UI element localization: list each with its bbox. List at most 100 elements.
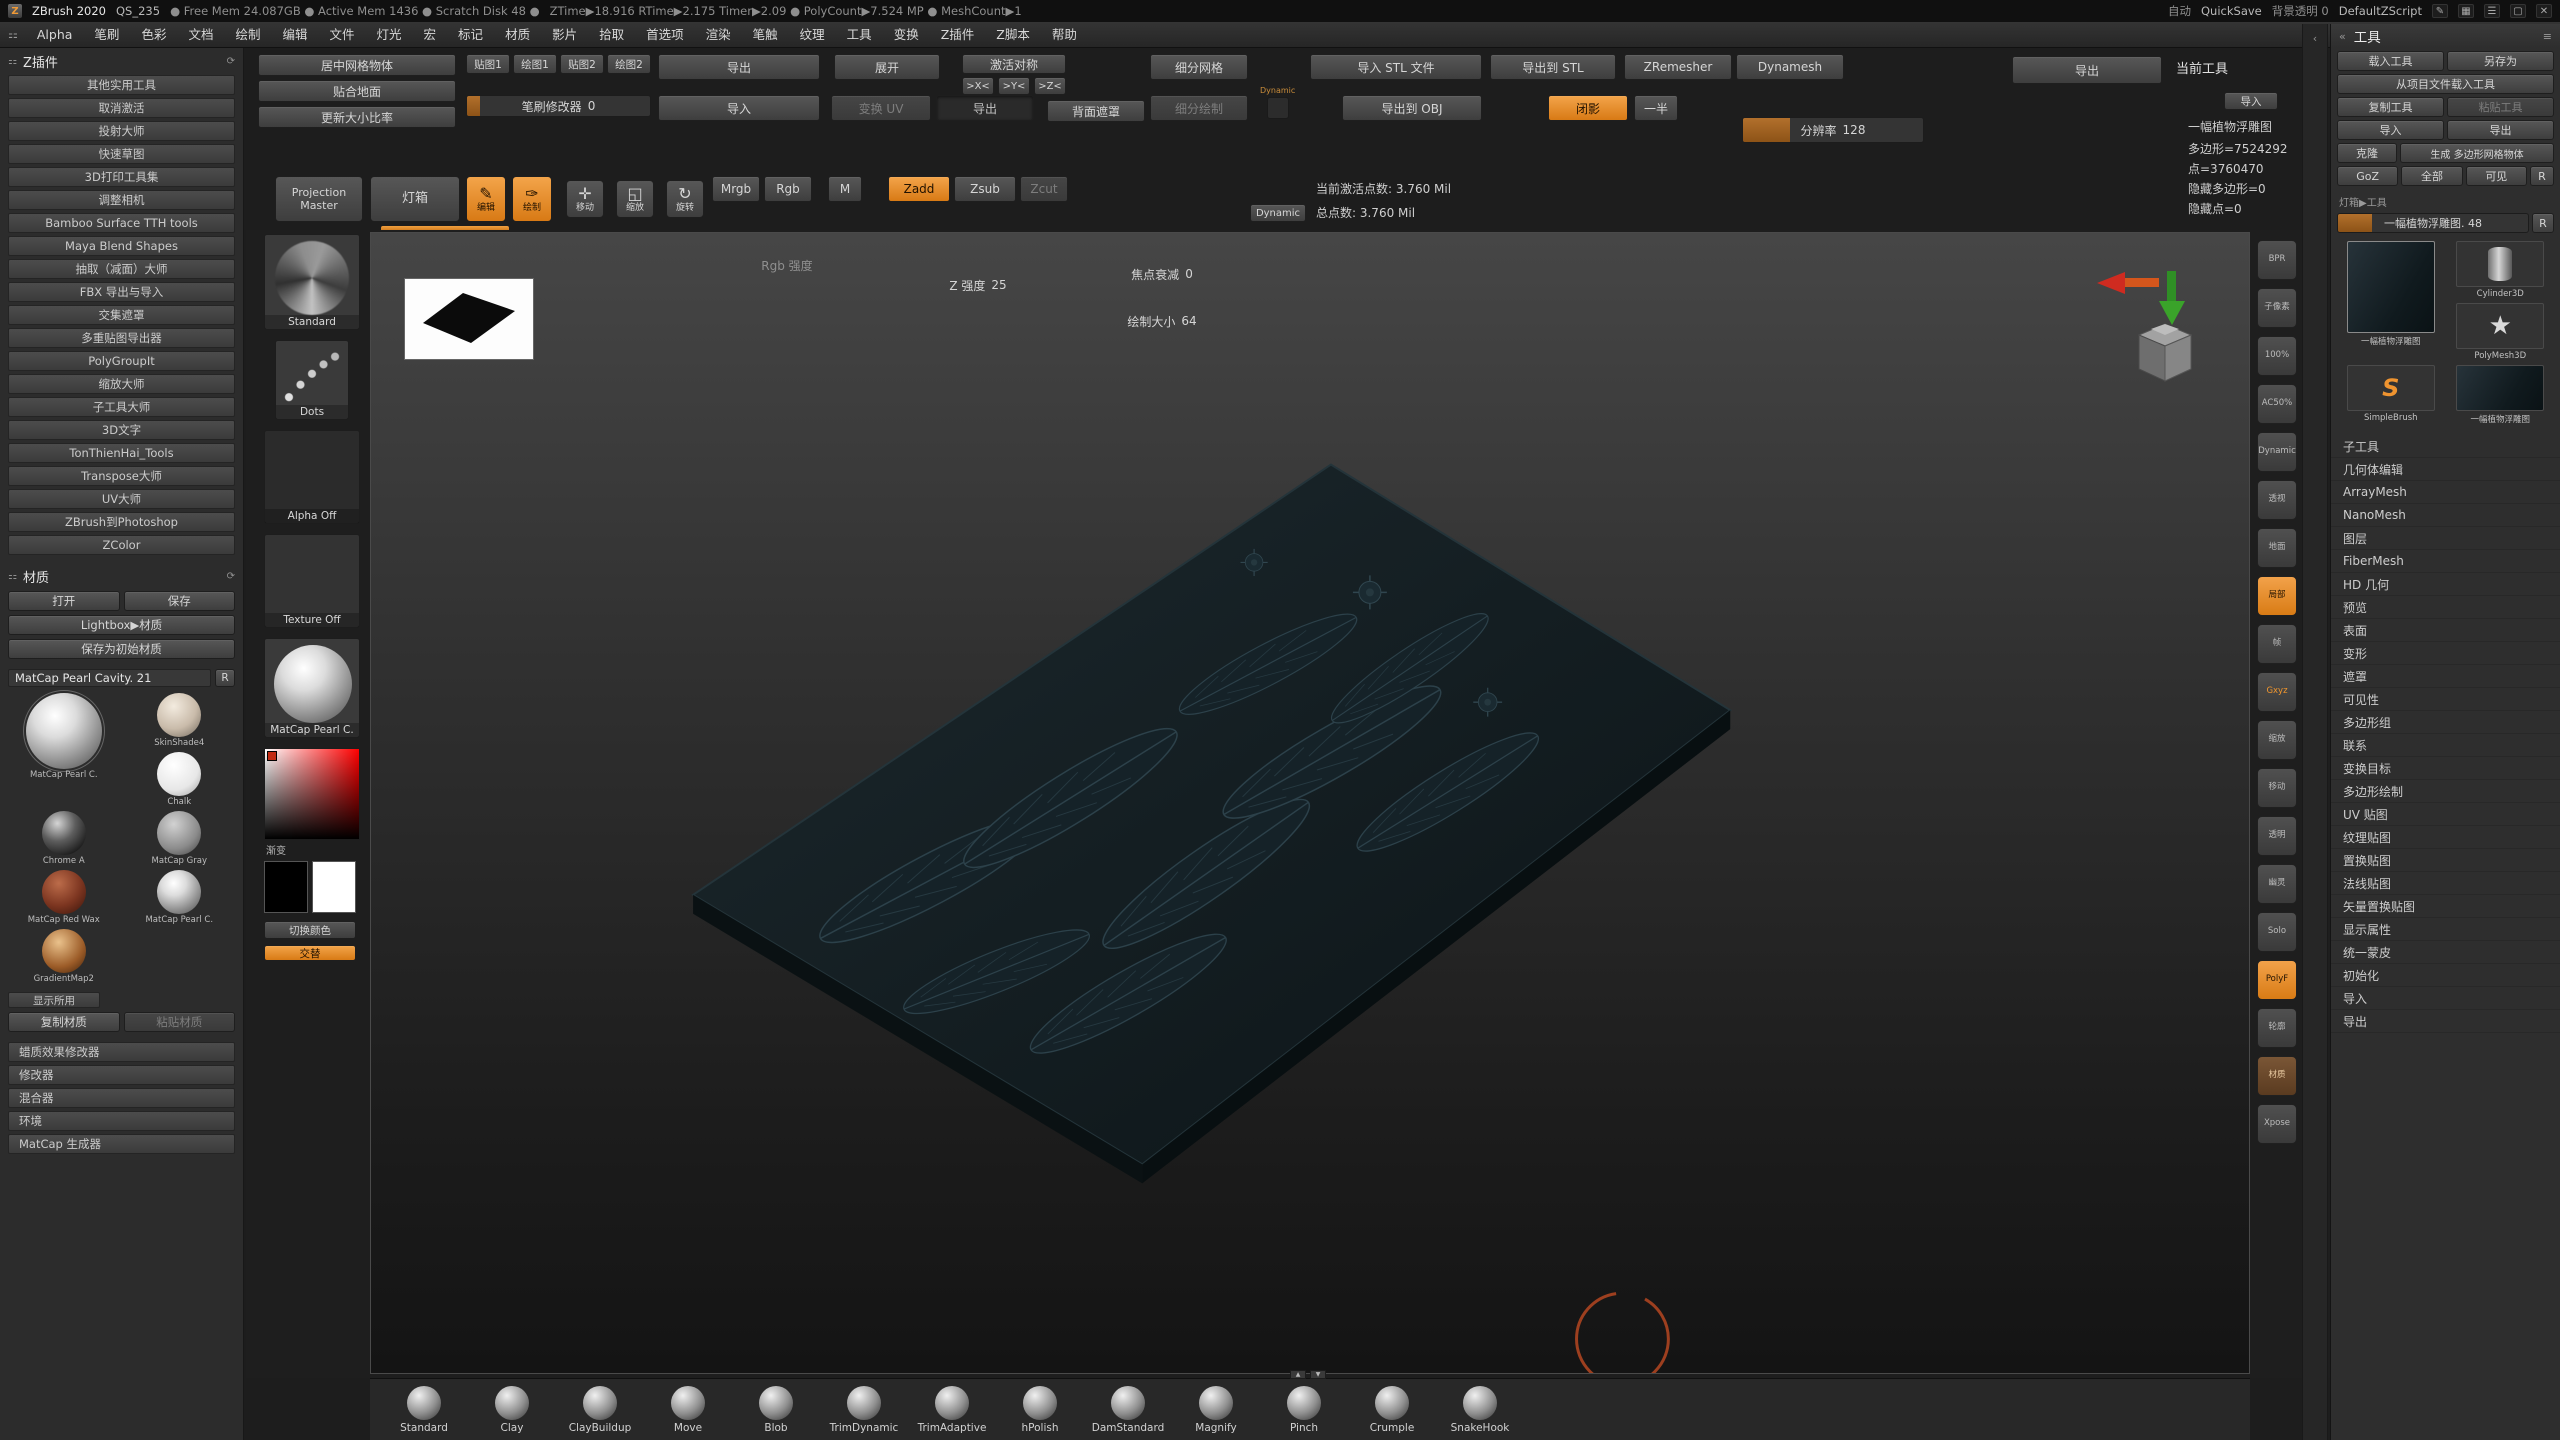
gradient-label[interactable]: 渐变 xyxy=(266,842,364,857)
edit-button[interactable]: ✎ 编辑 xyxy=(466,176,506,222)
shelf-icon-button[interactable]: PolyF xyxy=(2257,960,2297,1000)
material-swatch[interactable]: GradientMap2 xyxy=(10,929,118,984)
tool-section[interactable]: 可见性 xyxy=(2331,688,2560,711)
zplugin-item[interactable]: 抽取（减面）大师 xyxy=(8,259,235,279)
zplugin-header[interactable]: ⚏ Z插件 ⟳ xyxy=(0,50,243,72)
menu-item[interactable]: 编辑 xyxy=(271,22,318,47)
list-icon[interactable]: ☰ xyxy=(2484,4,2500,18)
current-stroke-thumbnail[interactable]: Dots xyxy=(275,340,349,420)
menu-item[interactable]: 帮助 xyxy=(1041,22,1088,47)
material-swatch[interactable]: MatCap Red Wax xyxy=(10,870,118,925)
material-section[interactable]: 蜡质效果修改器 xyxy=(8,1042,235,1062)
rotate-button[interactable]: ↻ 旋转 xyxy=(666,180,704,218)
tool-section[interactable]: 置换贴图 xyxy=(2331,849,2560,872)
save-startup-material-button[interactable]: 保存为初始材质 xyxy=(8,639,235,659)
material-r-button[interactable]: R xyxy=(215,669,235,687)
menu-item[interactable]: 标记 xyxy=(447,22,494,47)
texture1-button[interactable]: 贴图1 xyxy=(466,54,510,74)
shelf-icon-button[interactable]: 地面 xyxy=(2257,528,2297,568)
shelf-icon-button[interactable]: 幽灵 xyxy=(2257,864,2297,904)
tool-section[interactable]: 导出 xyxy=(2331,1010,2560,1033)
current-material-thumbnail[interactable]: MatCap Pearl C. xyxy=(264,638,360,738)
zcut-button[interactable]: Zcut xyxy=(1020,176,1068,202)
zadd-button[interactable]: Zadd xyxy=(888,176,950,202)
zplugin-item[interactable]: 取消激活 xyxy=(8,98,235,118)
mrgb-button[interactable]: Mrgb xyxy=(712,176,760,202)
brush-item[interactable]: ClayBuildup xyxy=(556,1385,644,1434)
refresh-icon[interactable]: ⟳ xyxy=(227,571,235,582)
zplugin-item[interactable]: 多重贴图导出器 xyxy=(8,328,235,348)
material-section[interactable]: 修改器 xyxy=(8,1065,235,1085)
menu-item[interactable]: 拾取 xyxy=(588,22,635,47)
material-section[interactable]: MatCap 生成器 xyxy=(8,1134,235,1154)
zplugin-item[interactable]: Transpose大师 xyxy=(8,466,235,486)
quicksave-button[interactable]: QuickSave xyxy=(2201,4,2262,18)
color-picker[interactable] xyxy=(264,748,360,840)
tool-section[interactable]: 多边形绘制 xyxy=(2331,780,2560,803)
zplugin-item[interactable]: UV大师 xyxy=(8,489,235,509)
tool-thumbnail[interactable]: Cylinder3D xyxy=(2449,241,2553,299)
brush-item[interactable]: Pinch xyxy=(1260,1385,1348,1434)
save-as-button[interactable]: 另存为 xyxy=(2447,51,2554,71)
brush-item[interactable]: Clay xyxy=(468,1385,556,1434)
zplugin-item[interactable]: 3D打印工具集 xyxy=(8,167,235,187)
zplugin-item[interactable]: 交集遮罩 xyxy=(8,305,235,325)
shelf-icon-button[interactable]: Solo xyxy=(2257,912,2297,952)
shelf-icon-button[interactable]: BPR xyxy=(2257,240,2297,280)
brush-item[interactable]: Magnify xyxy=(1172,1385,1260,1434)
default-zscript-button[interactable]: DefaultZScript xyxy=(2339,4,2422,18)
m-button[interactable]: M xyxy=(828,176,862,202)
close-icon[interactable]: ✕ xyxy=(2536,4,2552,18)
menu-item[interactable]: 色彩 xyxy=(130,22,177,47)
shelf-icon-button[interactable]: Gxyz xyxy=(2257,672,2297,712)
backface-mask-button[interactable]: 背面遮罩 xyxy=(1047,100,1145,122)
tool-section[interactable]: 联系 xyxy=(2331,734,2560,757)
zplugin-item[interactable]: TonThienHai_Tools xyxy=(8,443,235,463)
rgb-button[interactable]: Rgb xyxy=(764,176,812,202)
relief-model[interactable] xyxy=(371,233,2249,1373)
zplugin-item[interactable]: 投射大师 xyxy=(8,121,235,141)
tool-panel-header[interactable]: « 工具 ≡ xyxy=(2331,24,2560,48)
shelf-icon-button[interactable]: 局部 xyxy=(2257,576,2297,616)
tool-section[interactable]: 图层 xyxy=(2331,527,2560,550)
import-tool-button[interactable]: 导入 xyxy=(2337,120,2444,140)
zplugin-item[interactable]: ZBrush到Photoshop xyxy=(8,512,235,532)
texture2-button[interactable]: 贴图2 xyxy=(560,54,604,74)
zplugin-item[interactable]: Maya Blend Shapes xyxy=(8,236,235,256)
grid-icon[interactable]: ▦ xyxy=(2458,4,2474,18)
menu-grid-icon[interactable]: ⚏ xyxy=(8,28,18,41)
tool-section[interactable]: 预览 xyxy=(2331,596,2560,619)
paint2-button[interactable]: 绘图2 xyxy=(607,54,651,74)
zplugin-item[interactable]: ZColor xyxy=(8,535,235,555)
tool-section[interactable]: 表面 xyxy=(2331,619,2560,642)
material-save-button[interactable]: 保存 xyxy=(123,591,235,611)
shelf-icon-button[interactable]: 子像素 xyxy=(2257,288,2297,328)
load-from-project-button[interactable]: 从项目文件载入工具 xyxy=(2337,74,2554,94)
tool-section[interactable]: 初始化 xyxy=(2331,964,2560,987)
menu-item[interactable]: 工具 xyxy=(836,22,883,47)
pencil-icon[interactable]: ✎ xyxy=(2432,4,2448,18)
material-section[interactable]: 环境 xyxy=(8,1111,235,1131)
panel-divider[interactable]: ‹ xyxy=(2302,24,2328,1440)
import-button[interactable]: 导入 xyxy=(658,95,820,121)
zplugin-item[interactable]: 缩放大师 xyxy=(8,374,235,394)
tool-section[interactable]: 变形 xyxy=(2331,642,2560,665)
tool-thumbnail[interactable]: PolyMesh3D xyxy=(2449,303,2553,361)
shelf-icon-button[interactable]: Dynamic xyxy=(2257,432,2297,472)
lightbox-tool-label[interactable]: 灯箱▶工具 xyxy=(2339,194,2552,209)
menu-item[interactable]: Z脚本 xyxy=(985,22,1041,47)
tool-section[interactable]: 纹理贴图 xyxy=(2331,826,2560,849)
menu-item[interactable]: 影片 xyxy=(541,22,588,47)
show-used-button[interactable]: 显示所用 xyxy=(8,992,100,1008)
tool-section[interactable]: 变换目标 xyxy=(2331,757,2560,780)
divide-paint-button[interactable]: 细分绘制 xyxy=(1150,95,1248,121)
menu-item[interactable]: 纹理 xyxy=(789,22,836,47)
brush-item[interactable]: TrimAdaptive xyxy=(908,1385,996,1434)
current-material-name[interactable]: MatCap Pearl Cavity. 21 xyxy=(8,669,211,687)
projection-master-button[interactable]: Projection Master xyxy=(275,176,363,222)
tool-section[interactable]: 矢量置换贴图 xyxy=(2331,895,2560,918)
tray-up-icon[interactable]: ▲ xyxy=(1290,1370,1306,1379)
half-button[interactable]: 一半 xyxy=(1634,95,1678,121)
tool-section[interactable]: NanoMesh xyxy=(2331,504,2560,527)
unwrap-button[interactable]: 展开 xyxy=(834,54,940,80)
